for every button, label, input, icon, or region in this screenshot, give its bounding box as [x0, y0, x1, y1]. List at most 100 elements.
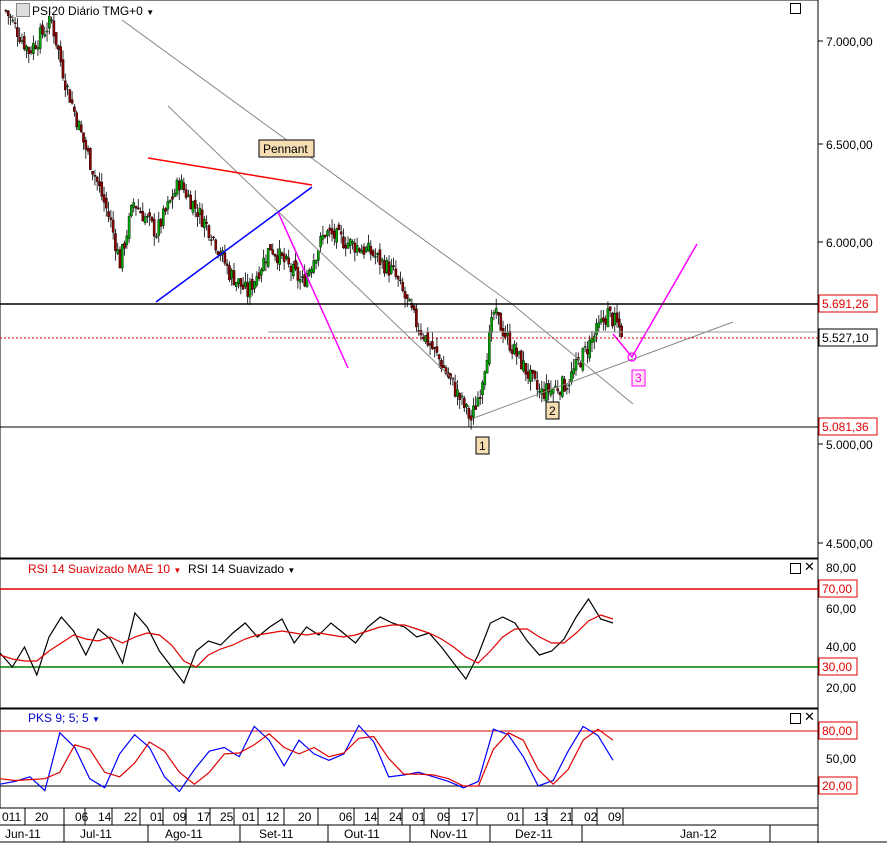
candle-body: [79, 124, 83, 133]
candle-body: [613, 313, 617, 326]
candle-body: [269, 244, 272, 251]
candle-body: [590, 337, 594, 343]
candle-body: [433, 347, 436, 349]
rsi-lower-marker-text: 30,00: [822, 660, 852, 674]
day-label: 22: [124, 810, 138, 824]
candle-body: [157, 219, 161, 236]
candle-body: [273, 254, 277, 257]
candle-body: [209, 239, 213, 241]
day-label: 24: [389, 810, 403, 824]
wave3-label: 3: [635, 371, 642, 385]
candle-body: [164, 208, 167, 212]
candle-body: [212, 236, 215, 239]
caret-down-icon[interactable]: ▼: [173, 566, 181, 575]
candle-body: [392, 265, 395, 267]
candle-body: [171, 196, 174, 200]
close-rsi-panel-icon[interactable]: ✕: [804, 560, 815, 573]
candle-body: [339, 231, 343, 235]
caret-down-icon[interactable]: ▼: [287, 566, 295, 575]
candle-body: [426, 331, 430, 346]
candle-body: [70, 99, 74, 104]
candle-body: [91, 170, 94, 175]
candle-body: [237, 278, 240, 284]
candle-body: [346, 242, 350, 249]
chart-canvas: 7.000,00 6.500,00 6.000,00 5.000,00 4.50…: [0, 0, 887, 843]
candle-body: [408, 299, 411, 302]
day-label: 01: [507, 810, 521, 824]
maximize-rsi-panel-button[interactable]: [790, 563, 801, 574]
candle-body: [34, 45, 37, 49]
caret-down-icon[interactable]: ▼: [146, 8, 154, 17]
maximize-price-panel-button[interactable]: [790, 3, 801, 14]
candle-body: [45, 30, 49, 33]
candle-body: [198, 207, 202, 216]
candle-body: [285, 255, 288, 260]
candle-body: [431, 341, 434, 350]
candle-body: [508, 330, 512, 351]
day-label: 17: [461, 810, 475, 824]
candle-body: [100, 181, 104, 197]
rsi-title[interactable]: RSI 14 Suavizado MAE 10 ▼ RSI 14 Suaviza…: [28, 562, 295, 576]
day-label: 06: [75, 810, 89, 824]
candle-body: [109, 217, 113, 220]
candle-body: [460, 395, 464, 398]
chart-title[interactable]: PSI20 Diário TMG+0 ▼: [16, 3, 154, 18]
candle-body: [276, 255, 279, 264]
candle-body: [132, 202, 135, 208]
symbol-label: PSI20: [32, 4, 65, 18]
caret-down-icon[interactable]: ▼: [92, 715, 100, 724]
candle-body: [561, 376, 564, 397]
candle-body: [579, 362, 582, 368]
month-label: Dez-11: [515, 827, 553, 841]
candle-body: [191, 201, 195, 213]
candle-body: [419, 330, 423, 336]
candle-body: [177, 181, 181, 191]
candle-body: [319, 236, 322, 248]
candle-body: [278, 248, 281, 265]
candle-body: [497, 311, 500, 316]
candle-body: [533, 371, 537, 379]
candle-body: [558, 392, 562, 395]
candle-body: [102, 194, 106, 203]
candle-body: [289, 265, 293, 273]
day-label: 17: [197, 810, 211, 824]
close-pks-panel-icon[interactable]: ✕: [804, 710, 815, 723]
candle-body: [335, 228, 338, 243]
candle-body: [187, 194, 190, 197]
candle-body: [483, 371, 487, 385]
candle-body: [244, 281, 247, 287]
rsi-smoothed-title[interactable]: RSI 14 Suavizado: [188, 562, 284, 576]
chart-settings-icon[interactable]: [16, 3, 30, 17]
candle-body: [394, 268, 398, 277]
candle-body: [114, 233, 117, 251]
candle-body: [358, 248, 361, 252]
price-tick: 6.000,00: [826, 236, 873, 250]
candle-body: [136, 207, 140, 210]
candle-body: [130, 204, 133, 217]
month-label: Jul-11: [80, 827, 112, 841]
candle-body: [50, 19, 53, 22]
candle-body: [111, 219, 115, 233]
month-label: Nov-11: [430, 827, 468, 841]
maximize-pks-panel-button[interactable]: [790, 713, 801, 724]
candle-body: [581, 348, 585, 371]
rsi-mae-title[interactable]: RSI 14 Suavizado MAE 10: [28, 562, 170, 576]
candle-body: [257, 272, 261, 279]
candle-body: [196, 212, 199, 218]
candle-body: [63, 80, 67, 91]
candle-body: [348, 239, 352, 246]
candle-body: [531, 369, 534, 374]
pks-title[interactable]: PKS 9; 5; 5 ▼: [28, 711, 100, 725]
candle-body: [36, 46, 40, 50]
candle-body: [494, 308, 498, 314]
candle-body: [166, 201, 170, 210]
candle-body: [282, 253, 286, 263]
pks-upper-marker-text: 80,00: [822, 724, 852, 738]
price-axis: 7.000,00 6.500,00 6.000,00 5.000,00 4.50…: [818, 35, 873, 551]
candle-body: [16, 27, 19, 37]
pks-title-text[interactable]: PKS 9; 5; 5: [28, 711, 89, 725]
candle-body: [301, 276, 304, 278]
day-label: 25: [220, 810, 234, 824]
candle-body: [25, 45, 28, 51]
rsi-tick: 40,00: [826, 640, 856, 654]
